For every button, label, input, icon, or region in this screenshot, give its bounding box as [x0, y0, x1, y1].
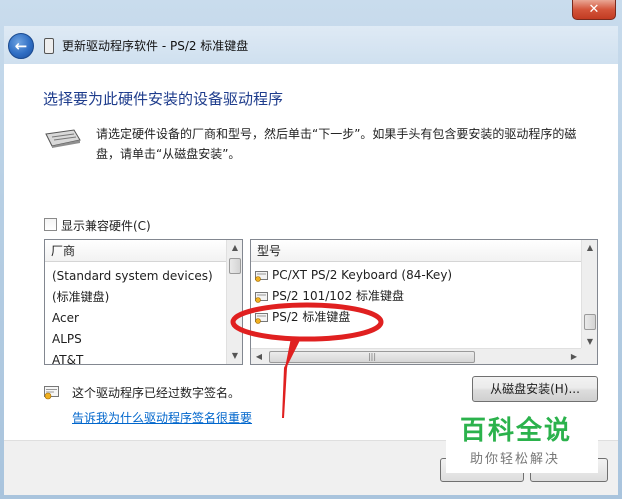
scroll-right-icon[interactable]: ▶: [566, 349, 582, 364]
list-item[interactable]: (标准键盘): [45, 287, 227, 308]
list-item[interactable]: AT&T: [45, 350, 227, 364]
device-icon: [44, 38, 54, 54]
keyboard-icon: [45, 129, 81, 148]
driver-certified-icon: [255, 312, 268, 324]
model-label: PC/XT PS/2 Keyboard (84-Key): [272, 268, 453, 282]
scroll-up-icon[interactable]: ▲: [582, 240, 597, 256]
signature-status: 这个驱动程序已经过数字签名。: [72, 386, 241, 400]
driver-certified-icon: [255, 270, 268, 282]
have-disk-button[interactable]: 从磁盘安装(H)...: [472, 376, 598, 402]
driver-certified-icon: [44, 386, 59, 400]
list-item[interactable]: ALPS: [45, 329, 227, 350]
watermark-subtitle: 助你轻松解决: [470, 452, 561, 467]
list-item[interactable]: Acer: [45, 308, 227, 329]
scroll-thumb[interactable]: [584, 314, 596, 330]
manufacturer-scrollbar[interactable]: ▲ ▼: [226, 240, 242, 364]
list-item[interactable]: PS/2 101/102 标准键盘: [251, 286, 582, 307]
model-horizontal-scrollbar[interactable]: ◀ ||| ▶: [251, 348, 582, 364]
model-vertical-scrollbar[interactable]: ▲ ▼: [581, 240, 597, 350]
instruction-text: 请选定硬件设备的厂商和型号，然后单击“下一步”。如果手头有包含要安装的驱动程序的…: [96, 127, 577, 161]
manufacturer-header: 厂商: [45, 240, 227, 262]
list-item[interactable]: PC/XT PS/2 Keyboard (84-Key): [251, 265, 582, 286]
scroll-left-icon[interactable]: ◀: [251, 349, 267, 364]
model-label: PS/2 标准键盘: [272, 310, 351, 324]
back-arrow-icon: ←: [14, 37, 28, 55]
scroll-thumb[interactable]: |||: [269, 351, 475, 363]
scroll-down-icon[interactable]: ▼: [227, 348, 242, 364]
list-item-selected[interactable]: PS/2 标准键盘: [251, 307, 582, 328]
show-compatible-checkbox[interactable]: [44, 218, 57, 231]
signature-info-link[interactable]: 告诉我为什么驱动程序签名很重要: [72, 409, 252, 426]
page-heading: 选择要为此硬件安装的设备驱动程序: [43, 90, 284, 108]
watermark-title: 百科全说: [460, 416, 573, 446]
close-icon: ✕: [588, 2, 600, 17]
model-list[interactable]: 型号 PC/XT PS/2 Keyboard (84-Key) PS/2 101…: [250, 239, 598, 365]
close-button[interactable]: ✕: [572, 0, 616, 20]
scroll-corner: [581, 348, 597, 364]
manufacturer-list[interactable]: 厂商 (Standard system devices) (标准键盘) Acer…: [44, 239, 243, 365]
window-title: 更新驱动程序软件 - PS/2 标准键盘: [62, 39, 249, 53]
scroll-up-icon[interactable]: ▲: [227, 240, 242, 256]
back-button[interactable]: ←: [8, 33, 34, 59]
model-label: PS/2 101/102 标准键盘: [272, 289, 405, 303]
model-header: 型号: [251, 240, 582, 262]
list-item[interactable]: (Standard system devices): [45, 266, 227, 287]
scroll-thumb[interactable]: [229, 258, 241, 274]
show-compatible-label[interactable]: 显示兼容硬件(C): [61, 217, 151, 234]
driver-certified-icon: [255, 291, 268, 303]
